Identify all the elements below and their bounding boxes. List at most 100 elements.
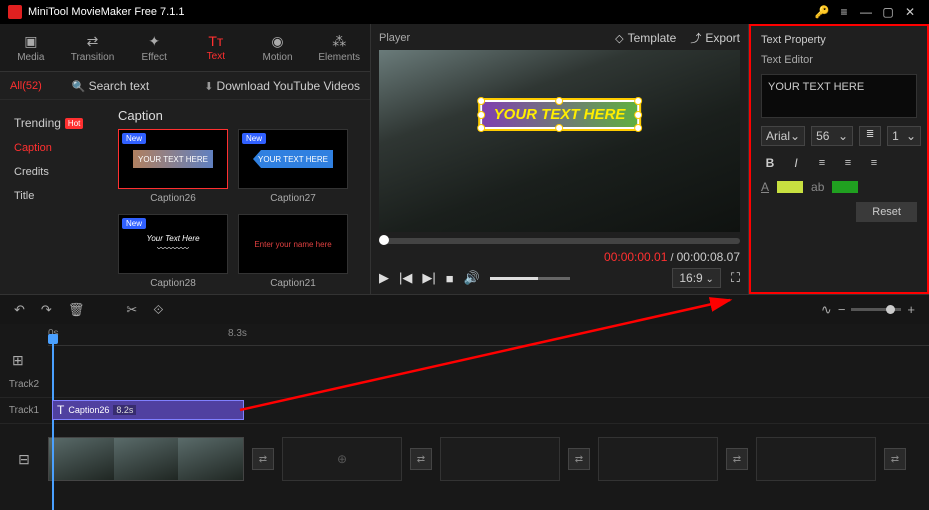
transition-icon: ⇄ bbox=[87, 33, 99, 50]
grid-title: Caption bbox=[118, 108, 366, 123]
cat-title[interactable]: Title bbox=[10, 184, 100, 208]
cat-credits[interactable]: Credits bbox=[10, 160, 100, 184]
bold-button[interactable]: B bbox=[761, 154, 779, 172]
fullscreen-button[interactable]: ⛶ bbox=[731, 270, 740, 286]
text-overlay[interactable]: YOUR TEXT HERE bbox=[480, 100, 640, 129]
category-list: TrendingHot Caption Credits Title bbox=[0, 100, 110, 294]
time-ruler[interactable]: 0s 8.3s bbox=[48, 324, 929, 346]
app-logo bbox=[8, 5, 22, 19]
delete-button[interactable]: 🗑 bbox=[68, 302, 85, 318]
undo-button[interactable]: ↶ bbox=[14, 302, 25, 318]
library-tabs: ▣Media ⇄Transition ✦Effect TᴛText ◉Motio… bbox=[0, 24, 370, 72]
empty-slot[interactable]: ⊕ bbox=[282, 437, 402, 481]
empty-slot[interactable] bbox=[440, 437, 560, 481]
app-title: MiniTool MovieMaker Free 7.1.1 bbox=[28, 6, 811, 18]
timeline-toolbar: ↶ ↷ 🗑 ✂ ⟐ ∿ − + bbox=[0, 294, 929, 324]
cat-caption[interactable]: Caption bbox=[10, 136, 100, 160]
volume-slider[interactable] bbox=[490, 277, 570, 280]
align-right-button[interactable]: ≡ bbox=[865, 154, 883, 172]
text-property-panel: Text Property Text Editor Arial⌄ 56⌄ ≣ 1… bbox=[749, 24, 929, 294]
preset-item[interactable]: NewYOUR TEXT HERE Caption26 bbox=[118, 129, 228, 204]
italic-button[interactable]: I bbox=[787, 154, 805, 172]
text-color-icon: A bbox=[761, 180, 769, 194]
video-clip[interactable] bbox=[48, 437, 244, 481]
maximize-button[interactable]: ▢ bbox=[877, 5, 899, 19]
highlight-icon: ab bbox=[811, 180, 824, 194]
text-color-swatch[interactable] bbox=[777, 181, 803, 193]
stop-button[interactable]: ■ bbox=[446, 271, 454, 286]
prev-frame-button[interactable]: |◀ bbox=[399, 270, 412, 286]
size-select[interactable]: 56⌄ bbox=[811, 126, 853, 146]
elements-icon: ⁂ bbox=[332, 33, 346, 50]
timeline: ⊞ 0s 8.3s Track2 Track1 T Caption26 8.2s… bbox=[0, 324, 929, 510]
transition-slot[interactable]: ⇄ bbox=[252, 448, 274, 470]
lineheight-select[interactable]: 1⌄ bbox=[887, 126, 921, 146]
text-icon: Tᴛ bbox=[208, 33, 223, 49]
tab-transition[interactable]: ⇄Transition bbox=[62, 24, 124, 71]
cat-trending[interactable]: TrendingHot bbox=[10, 110, 100, 136]
aspect-select[interactable]: 16:9 ⌄ bbox=[672, 268, 721, 288]
key-icon[interactable]: 🔑 bbox=[811, 5, 833, 19]
minimize-button[interactable]: — bbox=[855, 5, 877, 19]
tab-effect[interactable]: ✦Effect bbox=[123, 24, 185, 71]
crop-button[interactable]: ⟐ bbox=[153, 302, 163, 318]
volume-icon[interactable]: 🔊 bbox=[464, 270, 480, 286]
library-subbar: All(52) 🔍 Search text ⬇ Download YouTube… bbox=[0, 72, 370, 100]
video-track[interactable]: ⊟ ⇄ ⊕ ⇄ ⇄ ⇄ ⇄ bbox=[0, 434, 929, 484]
transition-slot[interactable]: ⇄ bbox=[726, 448, 748, 470]
align-left-button[interactable]: ≡ bbox=[813, 154, 831, 172]
align-center-button[interactable]: ≡ bbox=[839, 154, 857, 172]
filter-all[interactable]: All(52) bbox=[10, 80, 42, 92]
media-icon: ▣ bbox=[24, 33, 37, 50]
text-clip[interactable]: T Caption26 8.2s bbox=[52, 400, 244, 420]
preset-item[interactable]: NewYour Text Here〰〰〰〰 Caption28 bbox=[118, 214, 228, 289]
menu-icon[interactable]: ≡ bbox=[833, 5, 855, 19]
next-frame-button[interactable]: ▶| bbox=[422, 270, 435, 286]
zoom-in-button[interactable]: + bbox=[907, 302, 915, 317]
titlebar: MiniTool MovieMaker Free 7.1.1 🔑 ≡ — ▢ ✕ bbox=[0, 0, 929, 24]
tab-text[interactable]: TᴛText bbox=[185, 24, 247, 71]
text-input[interactable] bbox=[761, 74, 917, 118]
track-1[interactable]: Track1 T Caption26 8.2s bbox=[0, 398, 929, 424]
redo-button[interactable]: ↷ bbox=[41, 302, 52, 318]
search-input[interactable]: 🔍 Search text bbox=[72, 79, 149, 93]
preset-grid: Caption NewYOUR TEXT HERE Caption26 NewY… bbox=[110, 100, 370, 294]
zoom-out-button[interactable]: − bbox=[838, 302, 846, 317]
highlight-color-swatch[interactable] bbox=[832, 181, 858, 193]
audio-icon[interactable]: ∿ bbox=[821, 302, 832, 318]
add-track-button[interactable]: ⊞ bbox=[12, 352, 24, 369]
transition-slot[interactable]: ⇄ bbox=[568, 448, 590, 470]
export-button[interactable]: ⤴ Export bbox=[690, 30, 740, 46]
font-select[interactable]: Arial⌄ bbox=[761, 126, 805, 146]
panel-title: Text Property bbox=[761, 34, 917, 46]
preset-item[interactable]: Enter your name here Caption21 bbox=[238, 214, 348, 289]
zoom-slider[interactable] bbox=[851, 308, 901, 311]
time-display: 00:00:00.01 / 00:00:08.07 bbox=[379, 250, 740, 264]
play-button[interactable]: ▶ bbox=[379, 270, 389, 286]
template-button[interactable]: ◇ Template bbox=[615, 31, 676, 45]
seek-bar[interactable] bbox=[379, 238, 740, 244]
video-track-icon: ⊟ bbox=[0, 451, 48, 468]
transition-slot[interactable]: ⇄ bbox=[410, 448, 432, 470]
download-youtube-link[interactable]: ⬇ Download YouTube Videos bbox=[204, 79, 360, 93]
effect-icon: ✦ bbox=[148, 33, 160, 50]
player-title: Player bbox=[379, 32, 410, 44]
empty-slot[interactable] bbox=[756, 437, 876, 481]
player-panel: Player ◇ Template ⤴ Export YOUR TEXT HER… bbox=[370, 24, 749, 294]
track-2[interactable]: Track2 bbox=[0, 372, 929, 398]
editor-label: Text Editor bbox=[761, 54, 917, 66]
motion-icon: ◉ bbox=[271, 33, 283, 50]
video-preview[interactable]: YOUR TEXT HERE bbox=[379, 50, 740, 232]
close-button[interactable]: ✕ bbox=[899, 5, 921, 19]
tab-elements[interactable]: ⁂Elements bbox=[308, 24, 370, 71]
tab-motion[interactable]: ◉Motion bbox=[247, 24, 309, 71]
reset-button[interactable]: Reset bbox=[856, 202, 917, 222]
transition-slot[interactable]: ⇄ bbox=[884, 448, 906, 470]
preset-item[interactable]: NewYOUR TEXT HERE Caption27 bbox=[238, 129, 348, 204]
split-button[interactable]: ✂ bbox=[126, 302, 137, 318]
tab-media[interactable]: ▣Media bbox=[0, 24, 62, 71]
playhead[interactable] bbox=[52, 342, 54, 510]
lineheight-icon[interactable]: ≣ bbox=[859, 126, 881, 146]
empty-slot[interactable] bbox=[598, 437, 718, 481]
library-panel: ▣Media ⇄Transition ✦Effect TᴛText ◉Motio… bbox=[0, 24, 370, 294]
